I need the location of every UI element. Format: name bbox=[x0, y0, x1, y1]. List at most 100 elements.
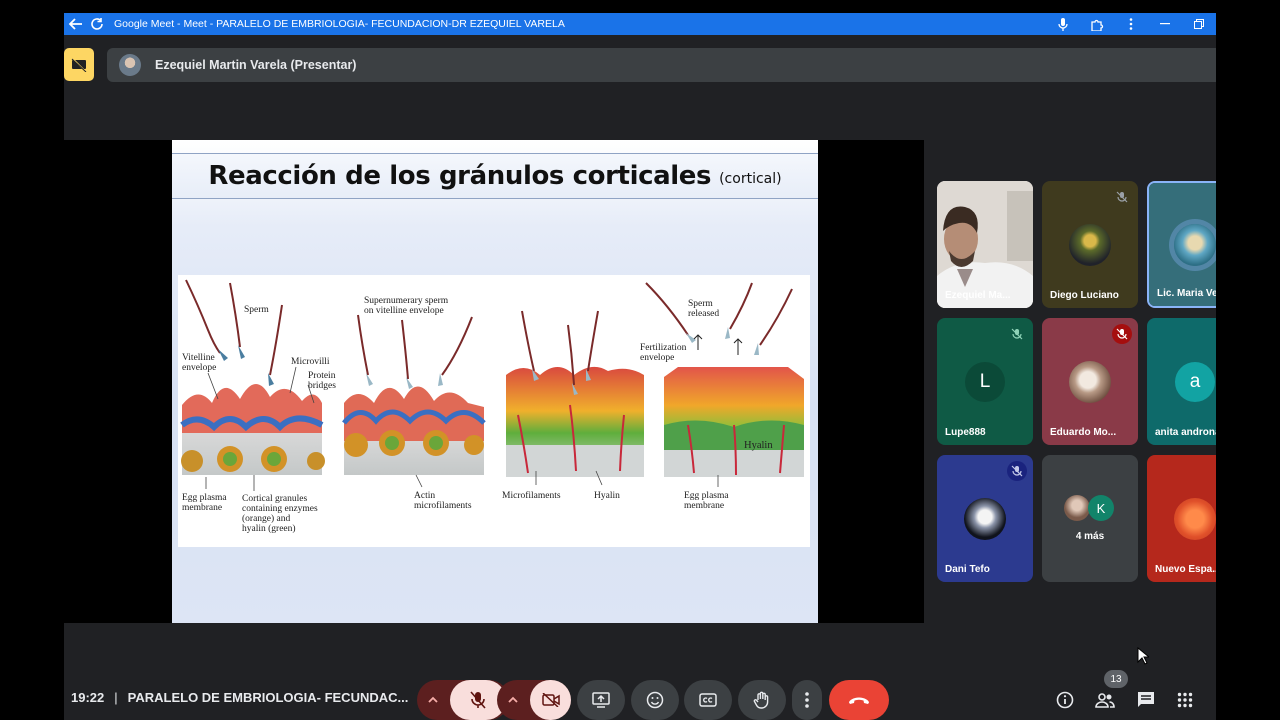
label-sperm: Sperm bbox=[244, 305, 269, 315]
panel-2 bbox=[342, 314, 486, 475]
meeting-info: 19:22 | PARALELO DE EMBRIOLOGIA- FECUNDA… bbox=[71, 690, 408, 705]
label-egg-plasma-membrane-1: Egg plasma membrane bbox=[182, 493, 227, 513]
label-sperm-released: Sperm released bbox=[688, 299, 720, 319]
reactions-button[interactable] bbox=[631, 680, 679, 720]
participant-avatar-letter: K bbox=[1088, 495, 1114, 521]
mic-off-icon bbox=[1112, 187, 1132, 207]
participant-tile-more[interactable]: K 4 más bbox=[1042, 455, 1138, 582]
participant-name: Nuevo Espa... bbox=[1155, 564, 1216, 575]
camera-video bbox=[937, 181, 1033, 308]
info-icon bbox=[1056, 691, 1074, 709]
captions-icon bbox=[699, 693, 717, 707]
participant-tile-diego[interactable]: Diego Luciano bbox=[1042, 181, 1138, 308]
panel-3 bbox=[506, 310, 644, 477]
camera-off-icon bbox=[541, 693, 560, 707]
label-vitelline-envelope: Vitelline envelope bbox=[182, 353, 217, 373]
presentation-bar: Ezequiel Martin Varela (Presentar) bbox=[64, 35, 1216, 95]
participant-avatar bbox=[1069, 224, 1111, 266]
hand-icon bbox=[753, 691, 769, 709]
participant-name: Eduardo Mo... bbox=[1050, 427, 1117, 438]
camera-control-group bbox=[497, 680, 571, 720]
clock: 19:22 bbox=[71, 690, 105, 705]
meet-window: Google Meet - Meet - PARALELO DE EMBRIOL… bbox=[64, 13, 1216, 720]
shared-slide: Reacción de los gránulos corticales (cor… bbox=[172, 140, 818, 623]
label-microvilli: Microvilli bbox=[291, 357, 330, 367]
meeting-details-button[interactable] bbox=[1051, 688, 1079, 712]
participant-tile-ezequiel[interactable]: Ezequiel Ma... bbox=[937, 181, 1033, 308]
participant-tile-dani[interactable]: Dani Tefo bbox=[937, 455, 1033, 582]
participant-avatar bbox=[1174, 498, 1216, 540]
slide-title-suffix: (cortical) bbox=[719, 171, 782, 187]
chat-button[interactable] bbox=[1132, 688, 1160, 712]
arrow-left-icon[interactable] bbox=[64, 13, 86, 35]
window-title: Google Meet - Meet - PARALELO DE EMBRIOL… bbox=[114, 18, 565, 30]
window-controls bbox=[1046, 13, 1216, 35]
participant-count-badge: 13 bbox=[1104, 670, 1128, 688]
mic-options-chevron-icon[interactable] bbox=[427, 692, 439, 710]
participant-tile-nuevo[interactable]: Nuevo Espa... bbox=[1147, 455, 1216, 582]
people-icon bbox=[1095, 693, 1115, 708]
presentation-layout-button[interactable] bbox=[64, 48, 94, 81]
chat-icon bbox=[1138, 692, 1154, 707]
extension-icon[interactable] bbox=[1080, 18, 1114, 31]
apps-grid-icon bbox=[1177, 692, 1193, 708]
cortical-reaction-figure: Sperm Vitelline envelope Microvilli Prot… bbox=[178, 275, 810, 547]
reload-icon[interactable] bbox=[86, 13, 108, 35]
label-actin-microfilaments: Actin microfilaments bbox=[414, 491, 472, 511]
participant-name: Lupe888 bbox=[945, 427, 986, 438]
participant-tile-eduardo[interactable]: Eduardo Mo... bbox=[1042, 318, 1138, 445]
captions-button[interactable] bbox=[684, 680, 732, 720]
label-microfilaments: Microfilaments bbox=[502, 491, 561, 501]
participant-avatar-small bbox=[1064, 495, 1090, 521]
participant-name: Diego Luciano bbox=[1050, 290, 1119, 301]
microphone-icon[interactable] bbox=[1046, 17, 1080, 31]
restore-icon[interactable] bbox=[1182, 19, 1216, 29]
raise-hand-button[interactable] bbox=[738, 680, 786, 720]
mouse-cursor-icon bbox=[1137, 647, 1149, 665]
more-participants-label: 4 más bbox=[1075, 531, 1105, 542]
mic-off-icon bbox=[1007, 324, 1027, 344]
participant-avatar bbox=[1174, 224, 1216, 266]
present-off-icon bbox=[71, 57, 87, 72]
participant-avatar bbox=[964, 498, 1006, 540]
screen: Google Meet - Meet - PARALELO DE EMBRIOL… bbox=[0, 0, 1280, 720]
participant-tile-lupe[interactable]: L Lupe888 bbox=[937, 318, 1033, 445]
presenter-pill: Ezequiel Martin Varela (Presentar) bbox=[107, 48, 1216, 82]
presenter-name: Ezequiel Martin Varela (Presentar) bbox=[155, 58, 357, 72]
present-screen-button[interactable] bbox=[577, 680, 625, 720]
mic-off-icon bbox=[1112, 324, 1132, 344]
participant-name: anita androna... bbox=[1155, 427, 1216, 438]
activities-button[interactable] bbox=[1171, 688, 1199, 712]
more-vert-icon bbox=[805, 692, 809, 708]
participant-tile-maria[interactable]: Lic. Maria Ve... bbox=[1147, 181, 1216, 308]
participant-name: Ezequiel Ma... bbox=[945, 290, 1011, 301]
meeting-name: PARALELO DE EMBRIOLOGIA- FECUNDAC... bbox=[127, 690, 409, 705]
leave-call-button[interactable] bbox=[829, 680, 889, 720]
separator: | bbox=[114, 690, 118, 705]
present-screen-icon bbox=[592, 692, 610, 708]
more-vert-icon[interactable] bbox=[1114, 18, 1148, 30]
label-protein-bridges: Protein bridges bbox=[308, 371, 336, 391]
people-button[interactable] bbox=[1091, 688, 1119, 712]
label-hyalin-layer: Hyalin bbox=[744, 440, 773, 451]
emoji-icon bbox=[646, 691, 664, 709]
participant-avatar bbox=[1069, 361, 1111, 403]
camera-options-chevron-icon[interactable] bbox=[507, 692, 519, 710]
participant-name: Dani Tefo bbox=[945, 564, 990, 575]
presentation-stage: Reacción de los gránulos corticales (cor… bbox=[64, 140, 924, 623]
mic-control-group bbox=[417, 680, 509, 720]
presenter-avatar bbox=[119, 54, 141, 76]
more-options-button[interactable] bbox=[792, 680, 822, 720]
label-hyalin: Hyalin bbox=[594, 491, 620, 501]
minimize-icon[interactable] bbox=[1148, 23, 1182, 25]
meeting-controls-bar: 19:22 | PARALELO DE EMBRIOLOGIA- FECUNDA… bbox=[64, 670, 1216, 720]
label-cortical-granules: Cortical granules containing enzymes (or… bbox=[242, 494, 318, 534]
tile-background bbox=[1042, 455, 1138, 582]
mic-off-icon bbox=[470, 691, 486, 709]
call-end-icon bbox=[849, 697, 869, 704]
label-egg-plasma-membrane-2: Egg plasma membrane bbox=[684, 491, 729, 511]
label-fertilization-envelope: Fertilization envelope bbox=[640, 343, 687, 363]
participant-avatar-letter: a bbox=[1175, 362, 1215, 402]
camera-off-button[interactable] bbox=[530, 680, 571, 720]
participant-tile-anita[interactable]: a anita androna... bbox=[1147, 318, 1216, 445]
